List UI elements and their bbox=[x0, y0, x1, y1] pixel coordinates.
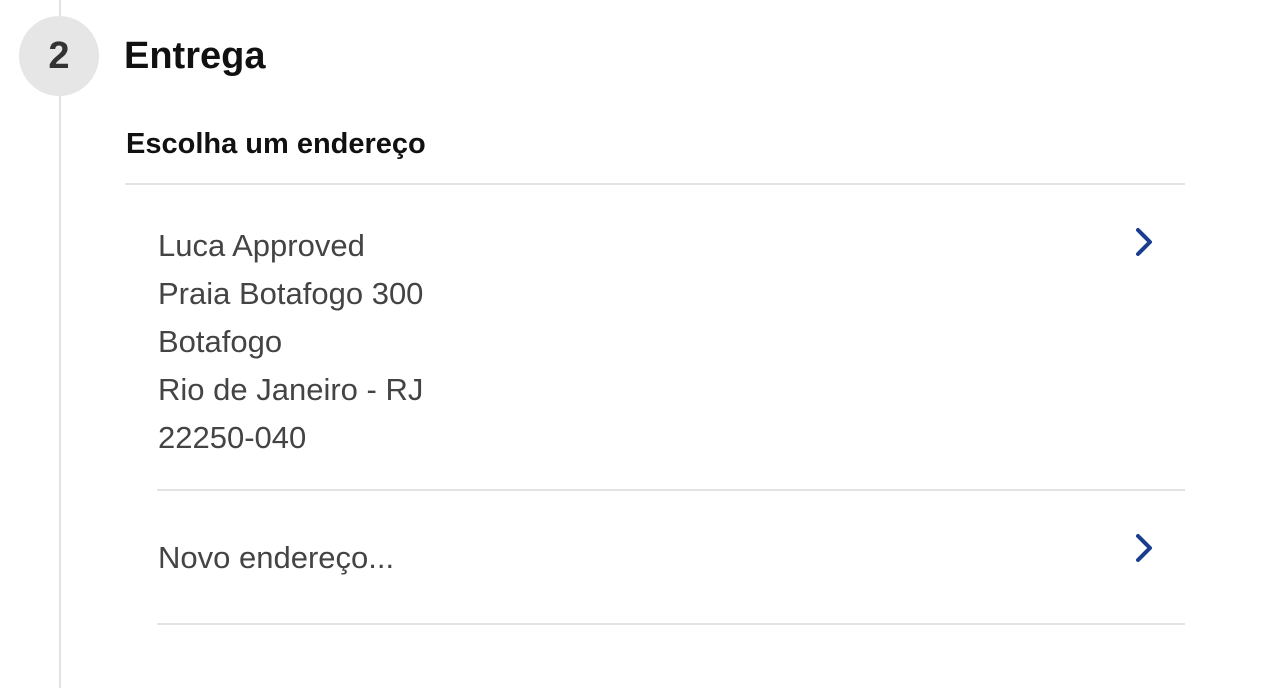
section-title: Escolha um endereço bbox=[126, 128, 426, 160]
chevron-right-icon[interactable] bbox=[1130, 531, 1158, 565]
address-name: Luca Approved bbox=[158, 228, 365, 263]
new-address-label: Novo endereço... bbox=[158, 540, 395, 575]
saved-address-option[interactable]: Luca Approved Praia Botafogo 300 Botafog… bbox=[157, 186, 1185, 491]
divider bbox=[157, 623, 1185, 625]
address-postal-code: 22250-040 bbox=[158, 420, 307, 455]
step-title: Entrega bbox=[124, 35, 266, 77]
address-city-state: Rio de Janeiro - RJ bbox=[158, 372, 424, 407]
address-street: Praia Botafogo 300 bbox=[158, 276, 424, 311]
divider bbox=[125, 183, 1185, 185]
checkout-page: 2 Entrega Escolha um endereço Luca Appro… bbox=[0, 0, 1280, 688]
address-block: Luca Approved Praia Botafogo 300 Botafog… bbox=[158, 222, 423, 462]
address-neighborhood: Botafogo bbox=[158, 324, 283, 359]
step-number-badge: 2 bbox=[19, 16, 99, 96]
step-timeline-line bbox=[59, 0, 61, 688]
chevron-right-icon[interactable] bbox=[1130, 225, 1158, 259]
new-address-option[interactable]: Novo endereço... bbox=[157, 491, 1185, 623]
